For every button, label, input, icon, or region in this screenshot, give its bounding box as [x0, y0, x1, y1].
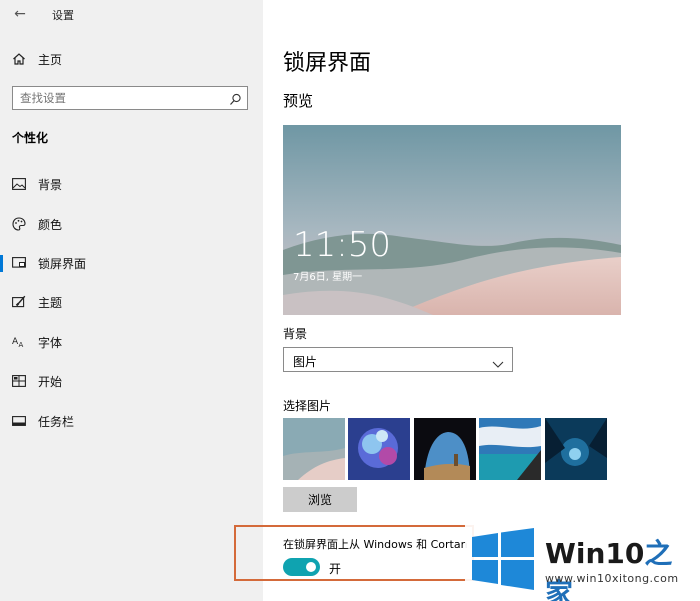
- watermark-url: www.win10xitong.com: [545, 572, 679, 585]
- sidebar-item-label: 主题: [38, 295, 63, 310]
- search-icon[interactable]: [229, 91, 242, 110]
- preview-heading: 预览: [283, 92, 314, 110]
- sidebar-item-fonts[interactable]: AA 字体: [0, 324, 263, 360]
- home-icon: [0, 52, 38, 66]
- start-grid-icon: [0, 375, 38, 387]
- picture-thumbnail[interactable]: [479, 418, 541, 480]
- tips-toggle-label: 在锁屏界面上从 Windows 和 Cortan: [283, 538, 468, 551]
- brush-icon: [0, 295, 38, 309]
- sidebar-item-label: 任务栏: [38, 414, 75, 429]
- sidebar-item-label: 字体: [38, 335, 63, 350]
- preview-time: 11:50: [293, 225, 391, 265]
- background-dropdown[interactable]: 图片: [283, 347, 513, 372]
- picture-thumbnail[interactable]: [414, 418, 476, 480]
- preview-date: 7月6日, 星期一: [293, 272, 363, 283]
- sidebar-item-label: 锁屏界面: [38, 256, 87, 271]
- toggle-state-label: 开: [329, 562, 342, 576]
- main-content: 锁屏界面 预览 11:50 7月6日, 星期一 背景 图片 选择图片 浏览 在锁…: [263, 0, 700, 601]
- sidebar-item-background[interactable]: 背景: [0, 166, 263, 202]
- page-title: 锁屏界面: [283, 51, 372, 76]
- picture-thumbnail[interactable]: [348, 418, 410, 480]
- sidebar-item-home[interactable]: 主页: [0, 41, 263, 77]
- search-box[interactable]: [12, 86, 248, 110]
- sidebar-item-label: 开始: [38, 374, 63, 389]
- search-input[interactable]: [13, 87, 213, 109]
- windows-logo-icon: [470, 528, 536, 594]
- sidebar-item-lock-screen[interactable]: 锁屏界面: [0, 245, 263, 281]
- sidebar: ← 设置 主页 个性化 背景 颜色 锁屏界面 主: [0, 0, 263, 601]
- watermark-title: Win10之家: [545, 532, 700, 601]
- background-label: 背景: [283, 327, 308, 341]
- lock-screen-icon: [0, 257, 38, 269]
- back-button[interactable]: ←: [10, 4, 30, 24]
- sidebar-item-label: 颜色: [38, 217, 63, 232]
- picture-thumbnail[interactable]: [283, 418, 345, 480]
- palette-icon: [0, 217, 38, 231]
- taskbar-icon: [0, 416, 38, 426]
- picture-icon: [0, 178, 38, 190]
- sidebar-item-label: 背景: [38, 177, 63, 192]
- section-title: 个性化: [12, 131, 49, 145]
- tips-toggle-switch[interactable]: [283, 558, 320, 576]
- browse-button[interactable]: 浏览: [283, 487, 357, 512]
- svg-text:A: A: [19, 341, 24, 348]
- watermark: Win10之家 www.win10xitong.com: [465, 522, 700, 601]
- sidebar-item-colors[interactable]: 颜色: [0, 206, 263, 242]
- app-title: 设置: [52, 9, 74, 22]
- sidebar-item-label: 主页: [38, 52, 63, 67]
- background-dropdown-value: 图片: [293, 355, 318, 369]
- toggle-knob: [306, 562, 316, 572]
- choose-picture-label: 选择图片: [283, 399, 332, 413]
- chevron-down-icon: [492, 354, 504, 373]
- font-icon: AA: [0, 336, 38, 348]
- lock-screen-preview: 11:50 7月6日, 星期一: [283, 125, 621, 315]
- title-bar: ← 设置: [0, 0, 263, 30]
- sidebar-item-themes[interactable]: 主题: [0, 284, 263, 320]
- sidebar-item-taskbar[interactable]: 任务栏: [0, 403, 263, 439]
- watermark-title-prefix: Win10: [545, 537, 645, 570]
- sidebar-item-start[interactable]: 开始: [0, 363, 263, 399]
- picture-thumbnail[interactable]: [545, 418, 607, 480]
- preview-image: [283, 125, 621, 315]
